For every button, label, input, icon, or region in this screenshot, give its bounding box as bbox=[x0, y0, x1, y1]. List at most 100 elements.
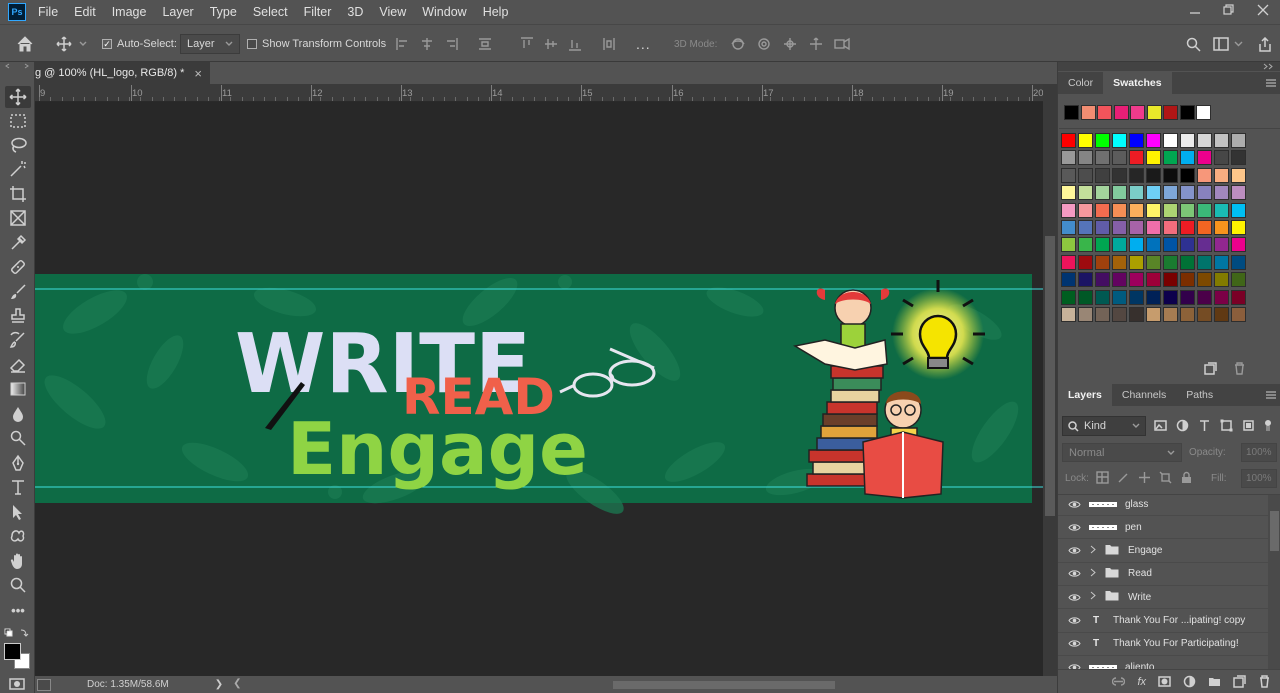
swatch[interactable] bbox=[1214, 307, 1229, 322]
swatch[interactable] bbox=[1180, 254, 1195, 270]
swatch[interactable] bbox=[1146, 237, 1161, 253]
swatch[interactable] bbox=[1231, 202, 1246, 218]
menu-3d[interactable]: 3D bbox=[339, 5, 371, 19]
layers-scroll-thumb[interactable] bbox=[1270, 511, 1279, 551]
swatch[interactable] bbox=[1112, 289, 1127, 305]
swatch[interactable] bbox=[1112, 272, 1127, 288]
adjustment-layer-icon[interactable] bbox=[1183, 675, 1196, 688]
layers-scrollbar[interactable] bbox=[1268, 495, 1280, 669]
move-tool[interactable] bbox=[5, 86, 31, 108]
status-menu-arrow[interactable]: ❯ bbox=[215, 679, 223, 690]
horizontal-ruler[interactable]: 9 10 11 12 13 14 15 16 17 18 19 20 bbox=[35, 84, 1043, 102]
swatch[interactable] bbox=[1129, 254, 1144, 270]
swatch[interactable] bbox=[1214, 220, 1229, 235]
swatch[interactable] bbox=[1095, 307, 1110, 322]
layer-filter-kind-dropdown[interactable]: Kind bbox=[1062, 416, 1146, 436]
3d-roll-icon[interactable] bbox=[756, 37, 772, 51]
swatch[interactable] bbox=[1163, 307, 1178, 322]
recent-swatch[interactable] bbox=[1097, 105, 1112, 120]
tab-swatches[interactable]: Swatches bbox=[1103, 72, 1172, 94]
panel-menu-icon[interactable] bbox=[1265, 78, 1277, 88]
pen-tool[interactable] bbox=[5, 452, 31, 474]
swatch[interactable] bbox=[1095, 202, 1110, 218]
new-swatch-icon[interactable] bbox=[1204, 362, 1217, 375]
swatch[interactable] bbox=[1214, 202, 1229, 218]
minimize-button[interactable] bbox=[1178, 0, 1212, 20]
swatch[interactable] bbox=[1078, 202, 1093, 218]
filter-pixel-icon[interactable] bbox=[1154, 419, 1167, 432]
swatch[interactable] bbox=[1197, 272, 1212, 288]
menu-type[interactable]: Type bbox=[202, 5, 245, 19]
swatch[interactable] bbox=[1180, 150, 1195, 166]
tab-channels[interactable]: Channels bbox=[1112, 384, 1176, 406]
swatch[interactable] bbox=[1112, 202, 1127, 218]
menu-select[interactable]: Select bbox=[245, 5, 296, 19]
document-tab[interactable]: g @ 100% (HL_logo, RGB/8) * × bbox=[35, 62, 210, 84]
trash-icon[interactable] bbox=[1258, 675, 1271, 688]
swatch[interactable] bbox=[1078, 150, 1093, 166]
swatch[interactable] bbox=[1061, 272, 1076, 288]
new-group-icon[interactable] bbox=[1208, 675, 1221, 688]
swatch[interactable] bbox=[1078, 307, 1093, 322]
menu-filter[interactable]: Filter bbox=[296, 5, 340, 19]
layer-row[interactable]: Engage bbox=[1058, 540, 1268, 563]
visibility-eye-icon[interactable] bbox=[1067, 616, 1081, 625]
swatch[interactable] bbox=[1163, 150, 1178, 166]
swatch[interactable] bbox=[1163, 133, 1178, 148]
swatch[interactable] bbox=[1061, 167, 1076, 183]
swatch[interactable] bbox=[1214, 167, 1229, 183]
swatch[interactable] bbox=[1180, 307, 1195, 322]
swatch[interactable] bbox=[1231, 289, 1246, 305]
auto-select-target-dropdown[interactable]: Layer bbox=[180, 34, 240, 54]
3d-orbit-icon[interactable] bbox=[730, 37, 746, 51]
menu-window[interactable]: Window bbox=[414, 5, 474, 19]
hand-tool[interactable] bbox=[5, 550, 31, 572]
more-options-button[interactable]: ... bbox=[636, 25, 651, 63]
swatch[interactable] bbox=[1163, 237, 1178, 253]
lock-all-icon[interactable] bbox=[1180, 471, 1193, 484]
filter-smart-object-icon[interactable] bbox=[1242, 419, 1255, 432]
swatch[interactable] bbox=[1180, 272, 1195, 288]
menu-layer[interactable]: Layer bbox=[154, 5, 201, 19]
swatch[interactable] bbox=[1146, 185, 1161, 201]
swatch[interactable] bbox=[1095, 185, 1110, 201]
swatch[interactable] bbox=[1231, 220, 1246, 235]
swatch[interactable] bbox=[1095, 220, 1110, 235]
healing-brush-tool[interactable] bbox=[5, 256, 31, 278]
menu-file[interactable]: File bbox=[38, 5, 66, 19]
swatch[interactable] bbox=[1112, 167, 1127, 183]
show-transform-controls-checkbox[interactable]: Show Transform Controls bbox=[247, 25, 386, 63]
swatch[interactable] bbox=[1078, 289, 1093, 305]
vertical-scrollbar[interactable] bbox=[1043, 84, 1057, 676]
link-layers-icon[interactable] bbox=[1112, 675, 1126, 688]
swatch[interactable] bbox=[1129, 167, 1144, 183]
swatch[interactable] bbox=[1231, 307, 1246, 322]
toolbar-grip[interactable] bbox=[3, 62, 33, 69]
swatch[interactable] bbox=[1146, 272, 1161, 288]
swatch[interactable] bbox=[1095, 167, 1110, 183]
swatch[interactable] bbox=[1061, 150, 1076, 166]
swatch[interactable] bbox=[1146, 307, 1161, 322]
swatch[interactable] bbox=[1061, 289, 1076, 305]
recent-swatch[interactable] bbox=[1179, 105, 1195, 120]
canvas-workspace[interactable]: WRITE READ Engage bbox=[35, 102, 1043, 676]
swatch[interactable] bbox=[1095, 254, 1110, 270]
swatch[interactable] bbox=[1112, 220, 1127, 235]
swatch[interactable] bbox=[1231, 254, 1246, 270]
quick-mask-button[interactable] bbox=[8, 678, 28, 690]
swatch[interactable] bbox=[1163, 254, 1178, 270]
layer-row[interactable]: T Thank You For ...ipating! copy bbox=[1058, 610, 1268, 633]
recent-swatch[interactable] bbox=[1163, 105, 1178, 120]
menu-image[interactable]: Image bbox=[104, 5, 155, 19]
align-left-icon[interactable] bbox=[396, 37, 410, 51]
swatch[interactable] bbox=[1129, 272, 1144, 288]
swatch[interactable] bbox=[1231, 133, 1246, 148]
panel-menu-icon[interactable] bbox=[1265, 390, 1277, 400]
distribute-icon[interactable] bbox=[478, 37, 492, 51]
swatch[interactable] bbox=[1061, 237, 1076, 253]
chevron-right-icon[interactable] bbox=[1089, 545, 1099, 557]
swatch[interactable] bbox=[1146, 254, 1161, 270]
swatch[interactable] bbox=[1197, 289, 1212, 305]
layer-row[interactable]: T Thank You For Participating! bbox=[1058, 633, 1268, 656]
swatch[interactable] bbox=[1095, 150, 1110, 166]
